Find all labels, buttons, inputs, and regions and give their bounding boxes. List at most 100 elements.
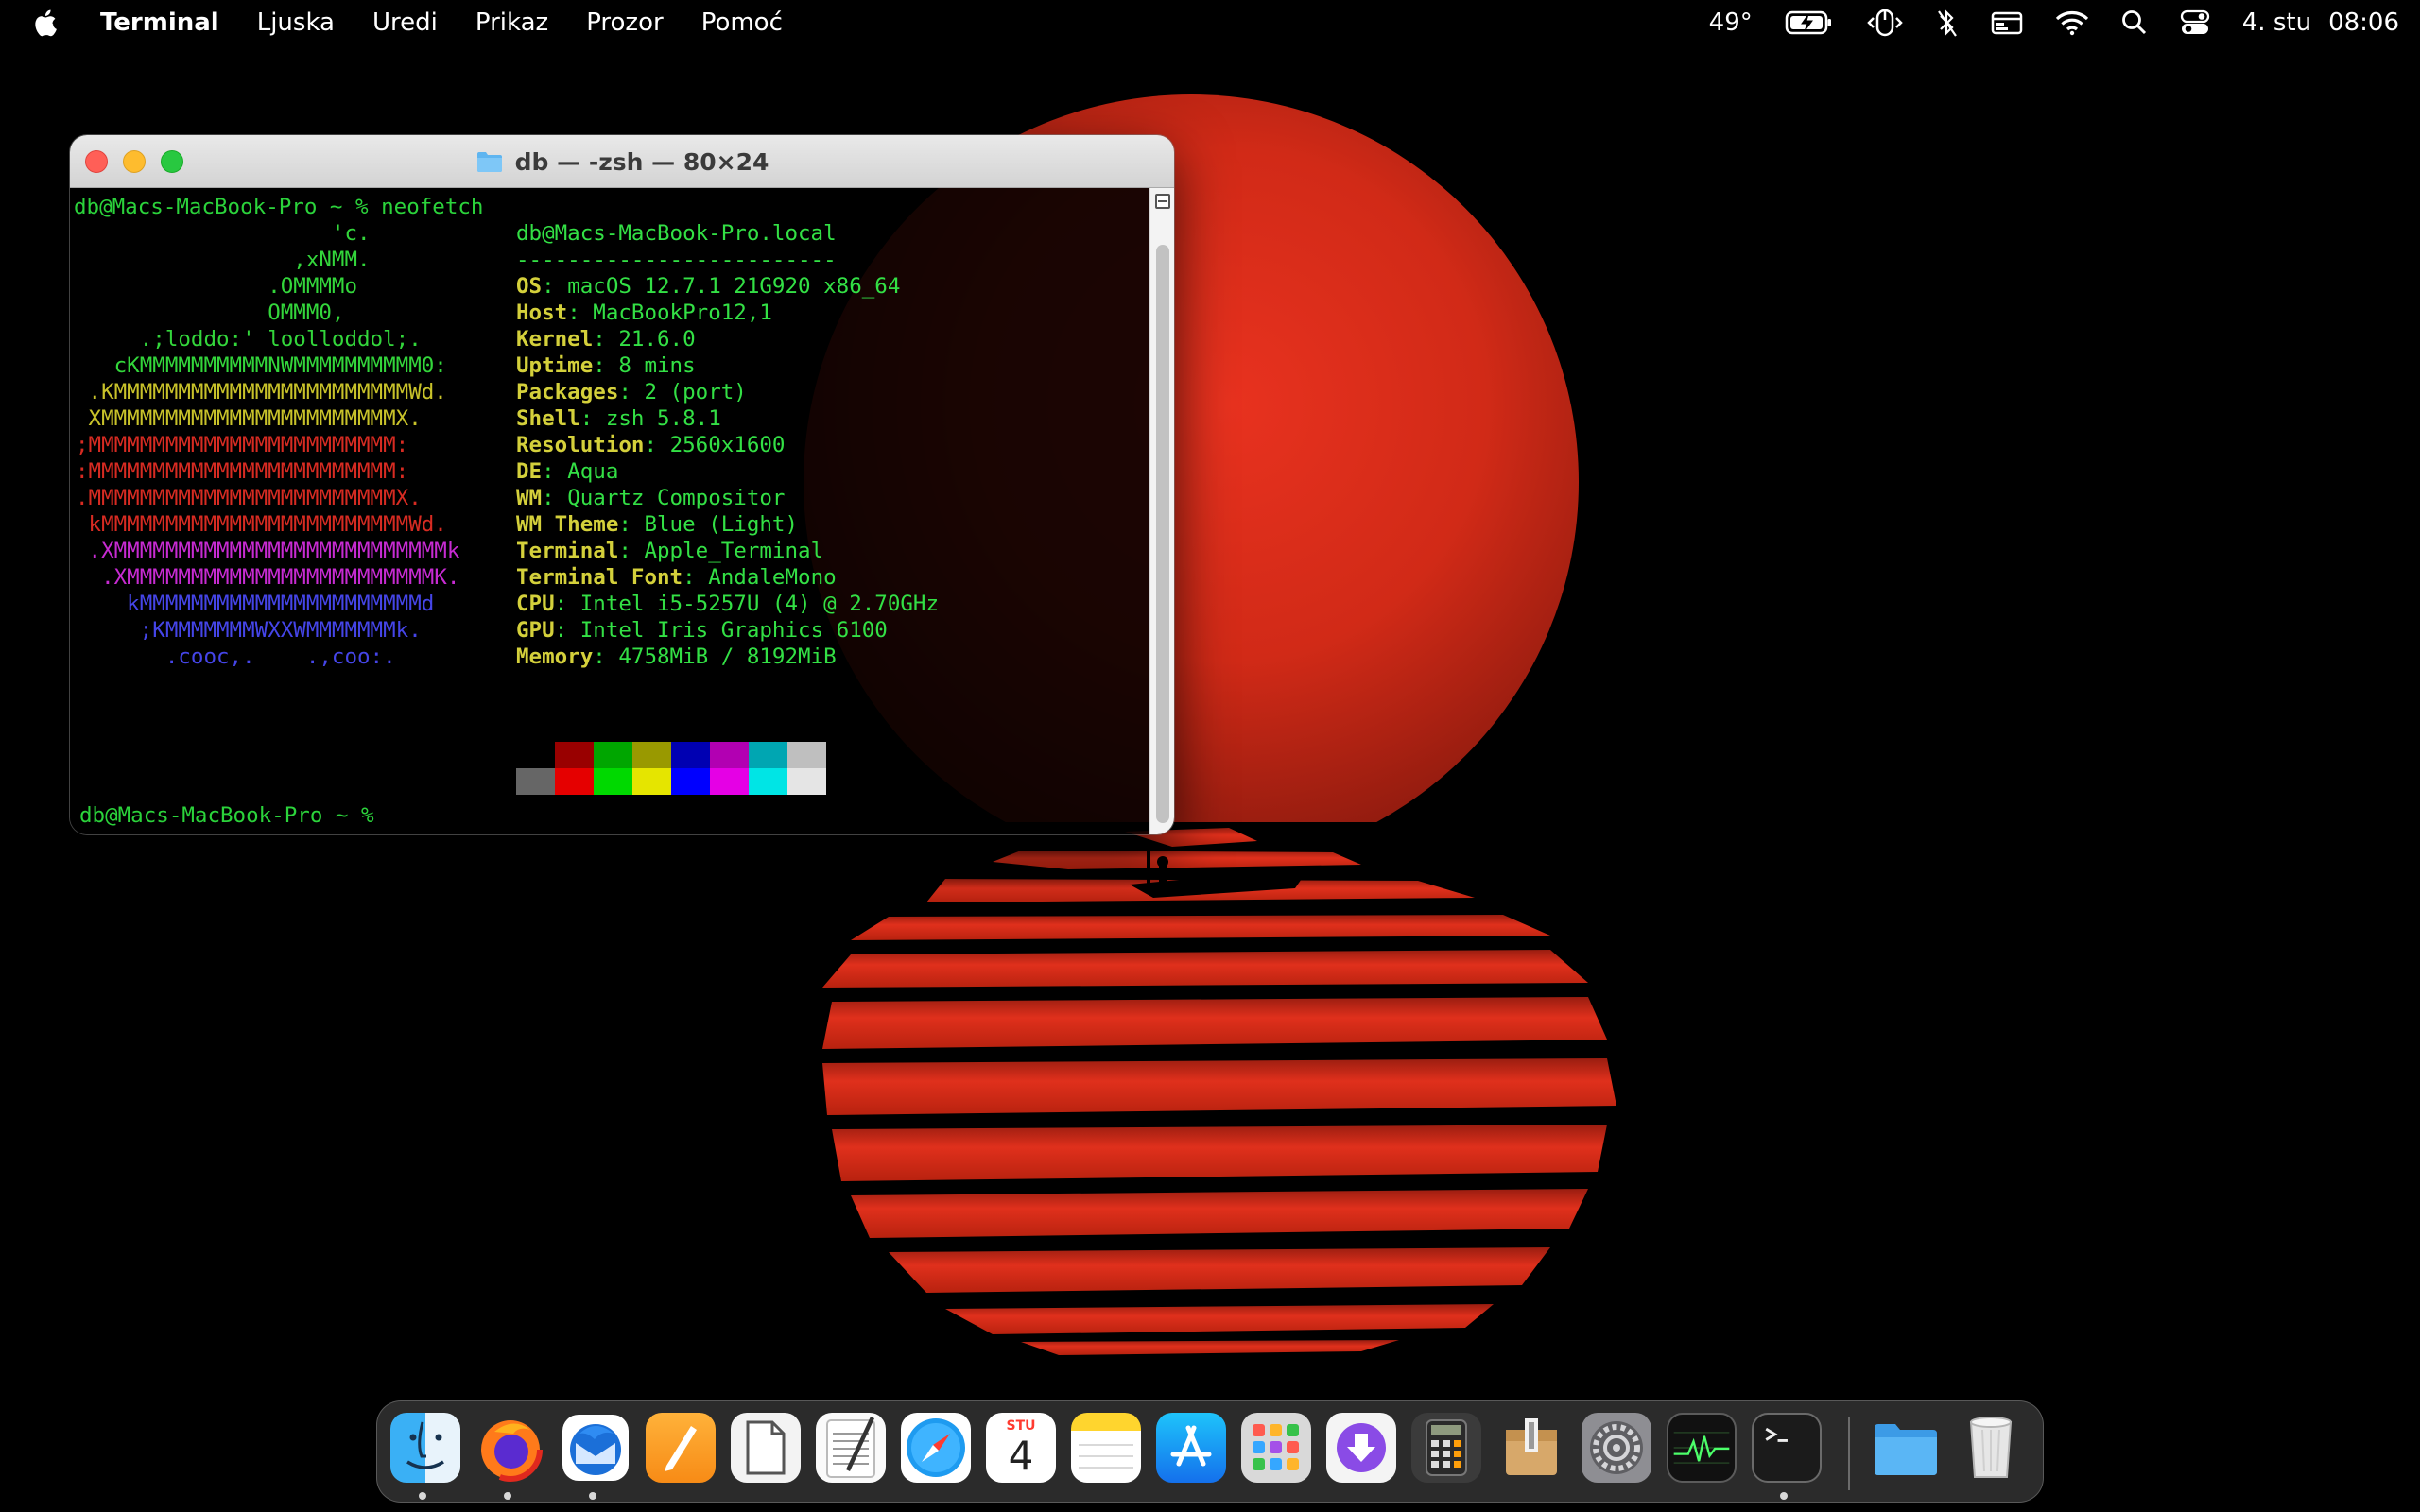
info-label: Resolution (516, 433, 645, 457)
spotlight-search-icon[interactable] (2121, 7, 2148, 39)
pages-icon[interactable] (646, 1413, 716, 1483)
info-label: Terminal (516, 539, 619, 563)
menu-prikaz[interactable]: Prikaz (475, 9, 548, 37)
info-label: Kernel (516, 327, 594, 352)
split-pane-icon[interactable] (1155, 194, 1170, 209)
prompt-line[interactable]: db@Macs-MacBook-Pro ~ % (79, 802, 374, 829)
menu-bar: Terminal Ljuska Uredi Prikaz Prozor Pomo… (0, 0, 2420, 45)
bluetooth-off-icon[interactable] (1936, 7, 1959, 39)
palette-swatch (594, 742, 632, 768)
calendar-icon[interactable]: STU 4 (986, 1413, 1056, 1483)
palette-swatch (749, 768, 787, 795)
logo-line: .XMMMMMMMMMMMMMMMMMMMMMMMMK. (76, 565, 460, 590)
control-center-icon[interactable] (2180, 7, 2210, 39)
info-row: Shell: zsh 5.8.1 (516, 406, 721, 431)
info-value: zsh 5.8.1 (605, 406, 721, 431)
logo-line: ;KMMMMMMMWXXWMMMMMMMk. (76, 618, 422, 643)
window-title: db — -zsh — 80×24 (514, 147, 769, 176)
window-title-area: db — -zsh — 80×24 (70, 135, 1174, 188)
logo-line: kMMMMMMMMMMMMMMMMMMMMMMd (76, 592, 435, 616)
archive-utility-icon[interactable] (1496, 1413, 1566, 1483)
info-value: Intel Iris Graphics 6100 (579, 618, 888, 643)
info-value: 2560x1600 (669, 433, 786, 457)
launchpad-icon[interactable] (1241, 1413, 1311, 1483)
info-separator: ------------------------- (516, 248, 837, 272)
window-titlebar[interactable]: db — -zsh — 80×24 (70, 135, 1174, 188)
downloader-icon[interactable] (1326, 1413, 1396, 1483)
logo-line: OMMM0, (76, 301, 345, 325)
wifi-icon[interactable] (2055, 7, 2089, 39)
preview-icon[interactable] (731, 1413, 801, 1483)
palette-swatch (671, 742, 710, 768)
info-row: DE: Aqua (516, 459, 619, 484)
info-row: Terminal Font: AndaleMono (516, 565, 837, 590)
palette-swatch (632, 768, 671, 795)
palette-swatch (516, 742, 555, 768)
dock-separator (1848, 1417, 1850, 1490)
info-row: OS: macOS 12.7.1 21G920 x86_64 (516, 274, 901, 299)
temperature-readout[interactable]: 49° (1709, 9, 1753, 37)
info-label: WM (516, 486, 543, 510)
logo-line: .KMMMMMMMMMMMMMMMMMMMMMMMWd. (76, 380, 447, 404)
calculator-icon[interactable] (1411, 1413, 1481, 1483)
activity-monitor-icon[interactable] (1667, 1413, 1737, 1483)
vertical-scrollbar[interactable] (1150, 188, 1174, 834)
info-label: WM Theme (516, 512, 619, 537)
terminal-window[interactable]: db — -zsh — 80×24 db@Macs-MacBook-Pro ~ … (70, 135, 1174, 834)
info-label: Packages (516, 380, 619, 404)
info-row: Resolution: 2560x1600 (516, 433, 786, 457)
info-row: Packages: 2 (port) (516, 380, 747, 404)
info-label: Memory (516, 644, 594, 669)
info-label: DE (516, 459, 543, 484)
info-row: Memory: 4758MiB / 8192MiB (516, 644, 837, 669)
menu-prozor[interactable]: Prozor (586, 9, 664, 37)
apple-menu-icon[interactable] (34, 7, 62, 39)
display-icon[interactable] (1991, 7, 2023, 39)
trash-icon[interactable] (1956, 1413, 2026, 1483)
terminal-icon[interactable] (1752, 1413, 1822, 1483)
textedit-icon[interactable] (816, 1413, 886, 1483)
info-value: 4758MiB / 8192MiB (618, 644, 837, 669)
info-label: GPU (516, 618, 555, 643)
palette-swatch (555, 742, 594, 768)
menu-pomoc[interactable]: Pomoć (701, 9, 783, 37)
info-value: Apple_Terminal (644, 539, 824, 563)
menu-app-name[interactable]: Terminal (100, 9, 219, 37)
firefox-icon[interactable] (475, 1413, 545, 1483)
thunderbird-icon[interactable] (561, 1413, 631, 1483)
user-host: db@Macs-MacBook-Pro.local (516, 221, 837, 246)
finder-icon[interactable] (390, 1413, 460, 1483)
scroll-thumb[interactable] (1156, 245, 1169, 823)
clock-date: 4. stu (2241, 9, 2312, 37)
app-store-icon[interactable] (1156, 1413, 1226, 1483)
folder-icon (476, 152, 502, 172)
mouse-gesture-icon[interactable] (1866, 7, 1904, 39)
menu-clock[interactable]: 4. stu 08:06 (2242, 9, 2399, 37)
battery-charging-icon[interactable] (1785, 7, 1834, 39)
info-row: Kernel: 21.6.0 (516, 327, 696, 352)
menu-uredi[interactable]: Uredi (372, 9, 438, 37)
info-row: Terminal: Apple_Terminal (516, 539, 824, 563)
info-value: Quartz Compositor (567, 486, 786, 510)
notes-icon[interactable] (1071, 1413, 1141, 1483)
safari-icon[interactable] (901, 1413, 971, 1483)
palette-swatch (516, 768, 555, 795)
info-row: GPU: Intel Iris Graphics 6100 (516, 618, 888, 643)
terminal-running-indicator (1780, 1492, 1788, 1500)
terminal-content[interactable]: db@Macs-MacBook-Pro ~ % neofetch 'c. ,xN… (70, 188, 1174, 834)
palette-swatch (787, 768, 826, 795)
info-row: CPU: Intel i5-5257U (4) @ 2.70GHz (516, 592, 940, 616)
command-text: neofetch (381, 195, 484, 219)
info-value: 21.6.0 (618, 327, 696, 352)
system-preferences-icon[interactable] (1582, 1413, 1651, 1483)
menu-ljuska[interactable]: Ljuska (257, 9, 335, 37)
thunderbird-running-indicator (589, 1492, 596, 1500)
downloads-folder-icon[interactable] (1871, 1413, 1941, 1483)
info-label: Host (516, 301, 568, 325)
info-label: OS (516, 274, 543, 299)
info-label: CPU (516, 592, 555, 616)
palette-swatch (555, 768, 594, 795)
logo-line: .XMMMMMMMMMMMMMMMMMMMMMMMMMMk (76, 539, 460, 563)
info-value: Aqua (567, 459, 619, 484)
logo-line: ;MMMMMMMMMMMMMMMMMMMMMMMM: (76, 433, 409, 457)
